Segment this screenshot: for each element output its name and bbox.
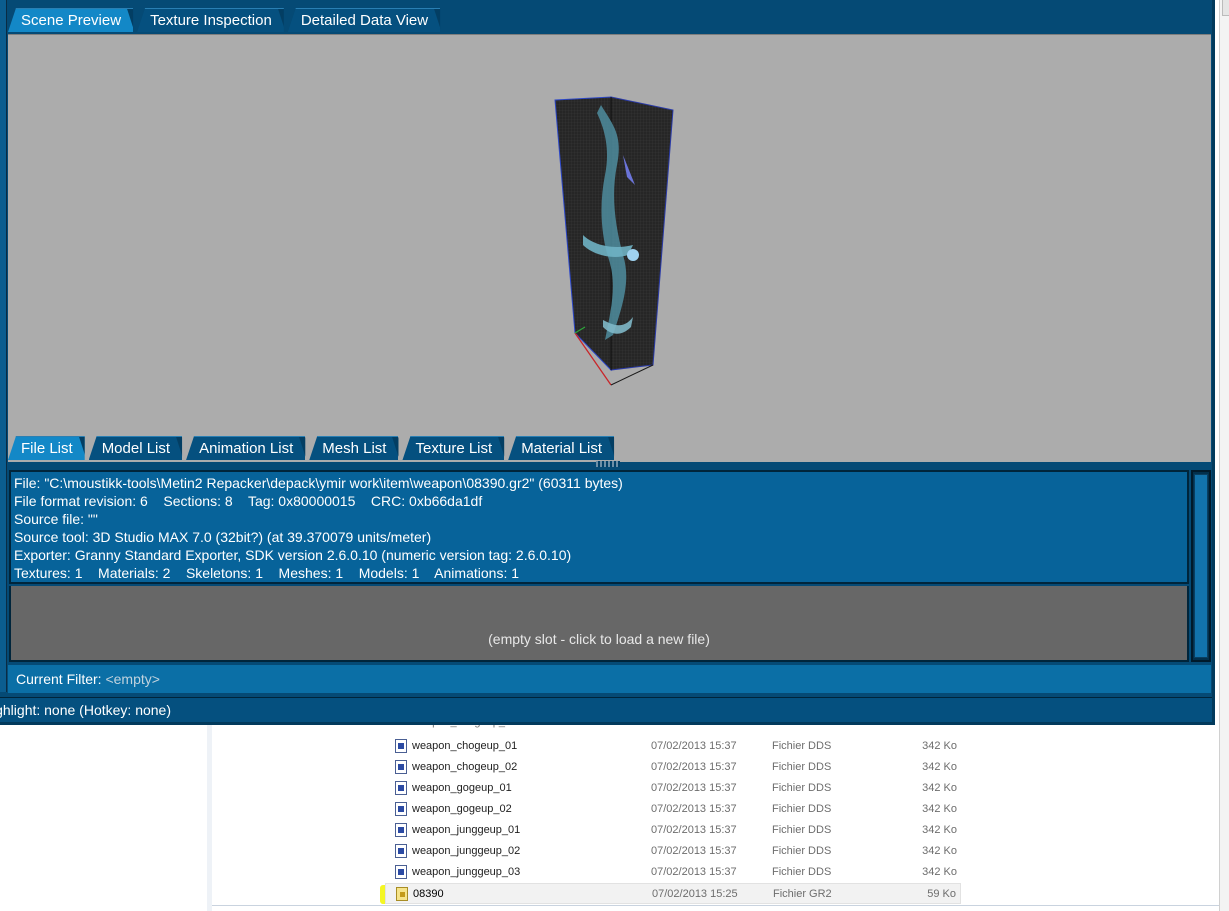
empty-slot-label: (empty slot - click to load a new file): [488, 631, 710, 647]
file-size: 342 Ko: [922, 866, 957, 878]
tab-material-list[interactable]: Material List: [508, 436, 615, 460]
file-type: Fichier DDS: [772, 803, 832, 815]
file-size: 342 Ko: [922, 845, 957, 857]
file-list-scrollbar[interactable]: [1191, 470, 1211, 662]
tab-detailed-data-view[interactable]: Detailed Data View: [287, 8, 441, 32]
explorer-nav-pane: [0, 725, 212, 911]
file-size: 342 Ko: [922, 824, 957, 836]
list-tabstrip: File List Model List Animation List Mesh…: [8, 436, 618, 462]
file-size: 342 Ko: [922, 803, 957, 815]
file-type: Fichier DDS: [772, 824, 832, 836]
scrollbar-thumb[interactable]: [1194, 474, 1208, 658]
source-tool-line: Source tool: 3D Studio MAX 7.0 (32bit?) …: [14, 529, 432, 545]
file-date: 07/02/2013 15:37: [651, 740, 737, 752]
file-format-line: File format revision: 6 Sections: 8 Tag:…: [14, 493, 483, 509]
file-name: weapon_gogeup_01: [412, 782, 512, 794]
tab-texture-inspection[interactable]: Texture Inspection: [137, 8, 284, 32]
explorer-pane-splitter[interactable]: [207, 725, 212, 911]
file-size: 342 Ko: [922, 782, 957, 794]
filter-value: <empty>: [105, 671, 160, 687]
status-bar: ighlight: none (Hotkey: none): [0, 697, 1212, 722]
tab-file-list[interactable]: File List: [8, 436, 85, 460]
status-text: ighlight: none (Hotkey: none): [0, 702, 171, 718]
file-date: 07/02/2013 15:37: [651, 761, 737, 773]
dds-file-icon: [395, 865, 407, 879]
source-file-line: Source file: "": [14, 511, 98, 527]
dds-file-icon: [395, 802, 407, 816]
file-date: 07/02/2013 15:37: [651, 845, 737, 857]
file-row[interactable]: weapon_gogeup_02 07/02/2013 15:37 Fichie…: [385, 799, 961, 820]
empty-file-slot[interactable]: (empty slot - click to load a new file): [9, 586, 1189, 662]
filter-bar[interactable]: Current Filter: <empty>: [8, 665, 1211, 693]
top-tabstrip: Scene Preview Texture Inspection Detaile…: [8, 8, 444, 34]
tab-texture-list[interactable]: Texture List: [402, 436, 505, 460]
splitter-grip[interactable]: [596, 461, 620, 467]
dds-file-icon: [395, 739, 407, 753]
explorer-scroll-arrow[interactable]: [1222, 0, 1229, 16]
file-name: weapon_chogeup_02: [412, 761, 518, 773]
explorer-divider: [212, 905, 1229, 906]
file-row[interactable]: weapon_junggeup_01 07/02/2013 15:37 Fich…: [385, 820, 961, 841]
file-date: 07/02/2013 15:37: [651, 866, 737, 878]
tab-model-list[interactable]: Model List: [88, 436, 183, 460]
explorer-scrollbar[interactable]: [1219, 0, 1229, 911]
counts-line: Textures: 1 Materials: 2 Skeletons: 1 Me…: [14, 565, 520, 581]
file-date: 07/02/2013 15:37: [651, 803, 737, 815]
gr2-file-icon: [396, 887, 408, 901]
file-name: 08390: [413, 888, 444, 900]
dds-file-icon: [395, 781, 407, 795]
file-name: weapon_chogeup_01: [412, 740, 518, 752]
window-left-border: [0, 0, 7, 692]
file-date: 07/02/2013 15:37: [651, 782, 737, 794]
tab-scene-preview[interactable]: Scene Preview: [8, 8, 134, 32]
file-name: weapon_junggeup_03: [412, 866, 521, 878]
file-type: Fichier DDS: [772, 740, 832, 752]
dds-file-icon: [395, 844, 407, 858]
file-size: 59 Ko: [927, 888, 956, 900]
file-row[interactable]: weapon_chogeup_01 07/02/2013 15:37 Fichi…: [385, 736, 961, 757]
file-path-line: File: "C:\moustikk-tools\Metin2 Repacker…: [14, 475, 623, 491]
file-row[interactable]: weapon_junggeup_03 07/02/2013 15:37 Fich…: [385, 862, 961, 883]
exporter-line: Exporter: Granny Standard Exporter, SDK …: [14, 547, 572, 563]
granny-viewer-window: Scene Preview Texture Inspection Detaile…: [0, 0, 1215, 725]
file-size: 342 Ko: [922, 761, 957, 773]
file-type: Fichier DDS: [772, 761, 832, 773]
tab-mesh-list[interactable]: Mesh List: [309, 436, 399, 460]
tab-animation-list[interactable]: Animation List: [186, 436, 306, 460]
filter-label: Current Filter:: [16, 671, 102, 687]
file-date: 07/02/2013 15:25: [652, 888, 738, 900]
dds-file-icon: [395, 760, 407, 774]
file-name: weapon_junggeup_01: [412, 824, 521, 836]
dds-file-icon: [395, 823, 407, 837]
file-type: Fichier DDS: [772, 866, 832, 878]
file-row[interactable]: weapon_gogeup_01 07/02/2013 15:37 Fichie…: [385, 778, 961, 799]
file-name: weapon_junggeup_02: [412, 845, 521, 857]
file-type: Fichier GR2: [773, 888, 832, 900]
file-row[interactable]: weapon_chogeup_02 07/02/2013 15:37 Fichi…: [385, 757, 961, 778]
file-row-selected[interactable]: 08390 07/02/2013 15:25 Fichier GR2 59 Ko: [385, 883, 961, 904]
model-preview: [554, 96, 674, 386]
file-type: Fichier DDS: [772, 782, 832, 794]
file-type: Fichier DDS: [772, 845, 832, 857]
scene-viewport[interactable]: [8, 34, 1211, 462]
file-info-panel[interactable]: File: "C:\moustikk-tools\Metin2 Repacker…: [9, 470, 1189, 584]
file-name: weapon_gogeup_02: [412, 803, 512, 815]
file-date: 07/02/2013 15:37: [651, 824, 737, 836]
file-row[interactable]: weapon_junggeup_02 07/02/2013 15:37 Fich…: [385, 841, 961, 862]
file-size: 342 Ko: [922, 740, 957, 752]
